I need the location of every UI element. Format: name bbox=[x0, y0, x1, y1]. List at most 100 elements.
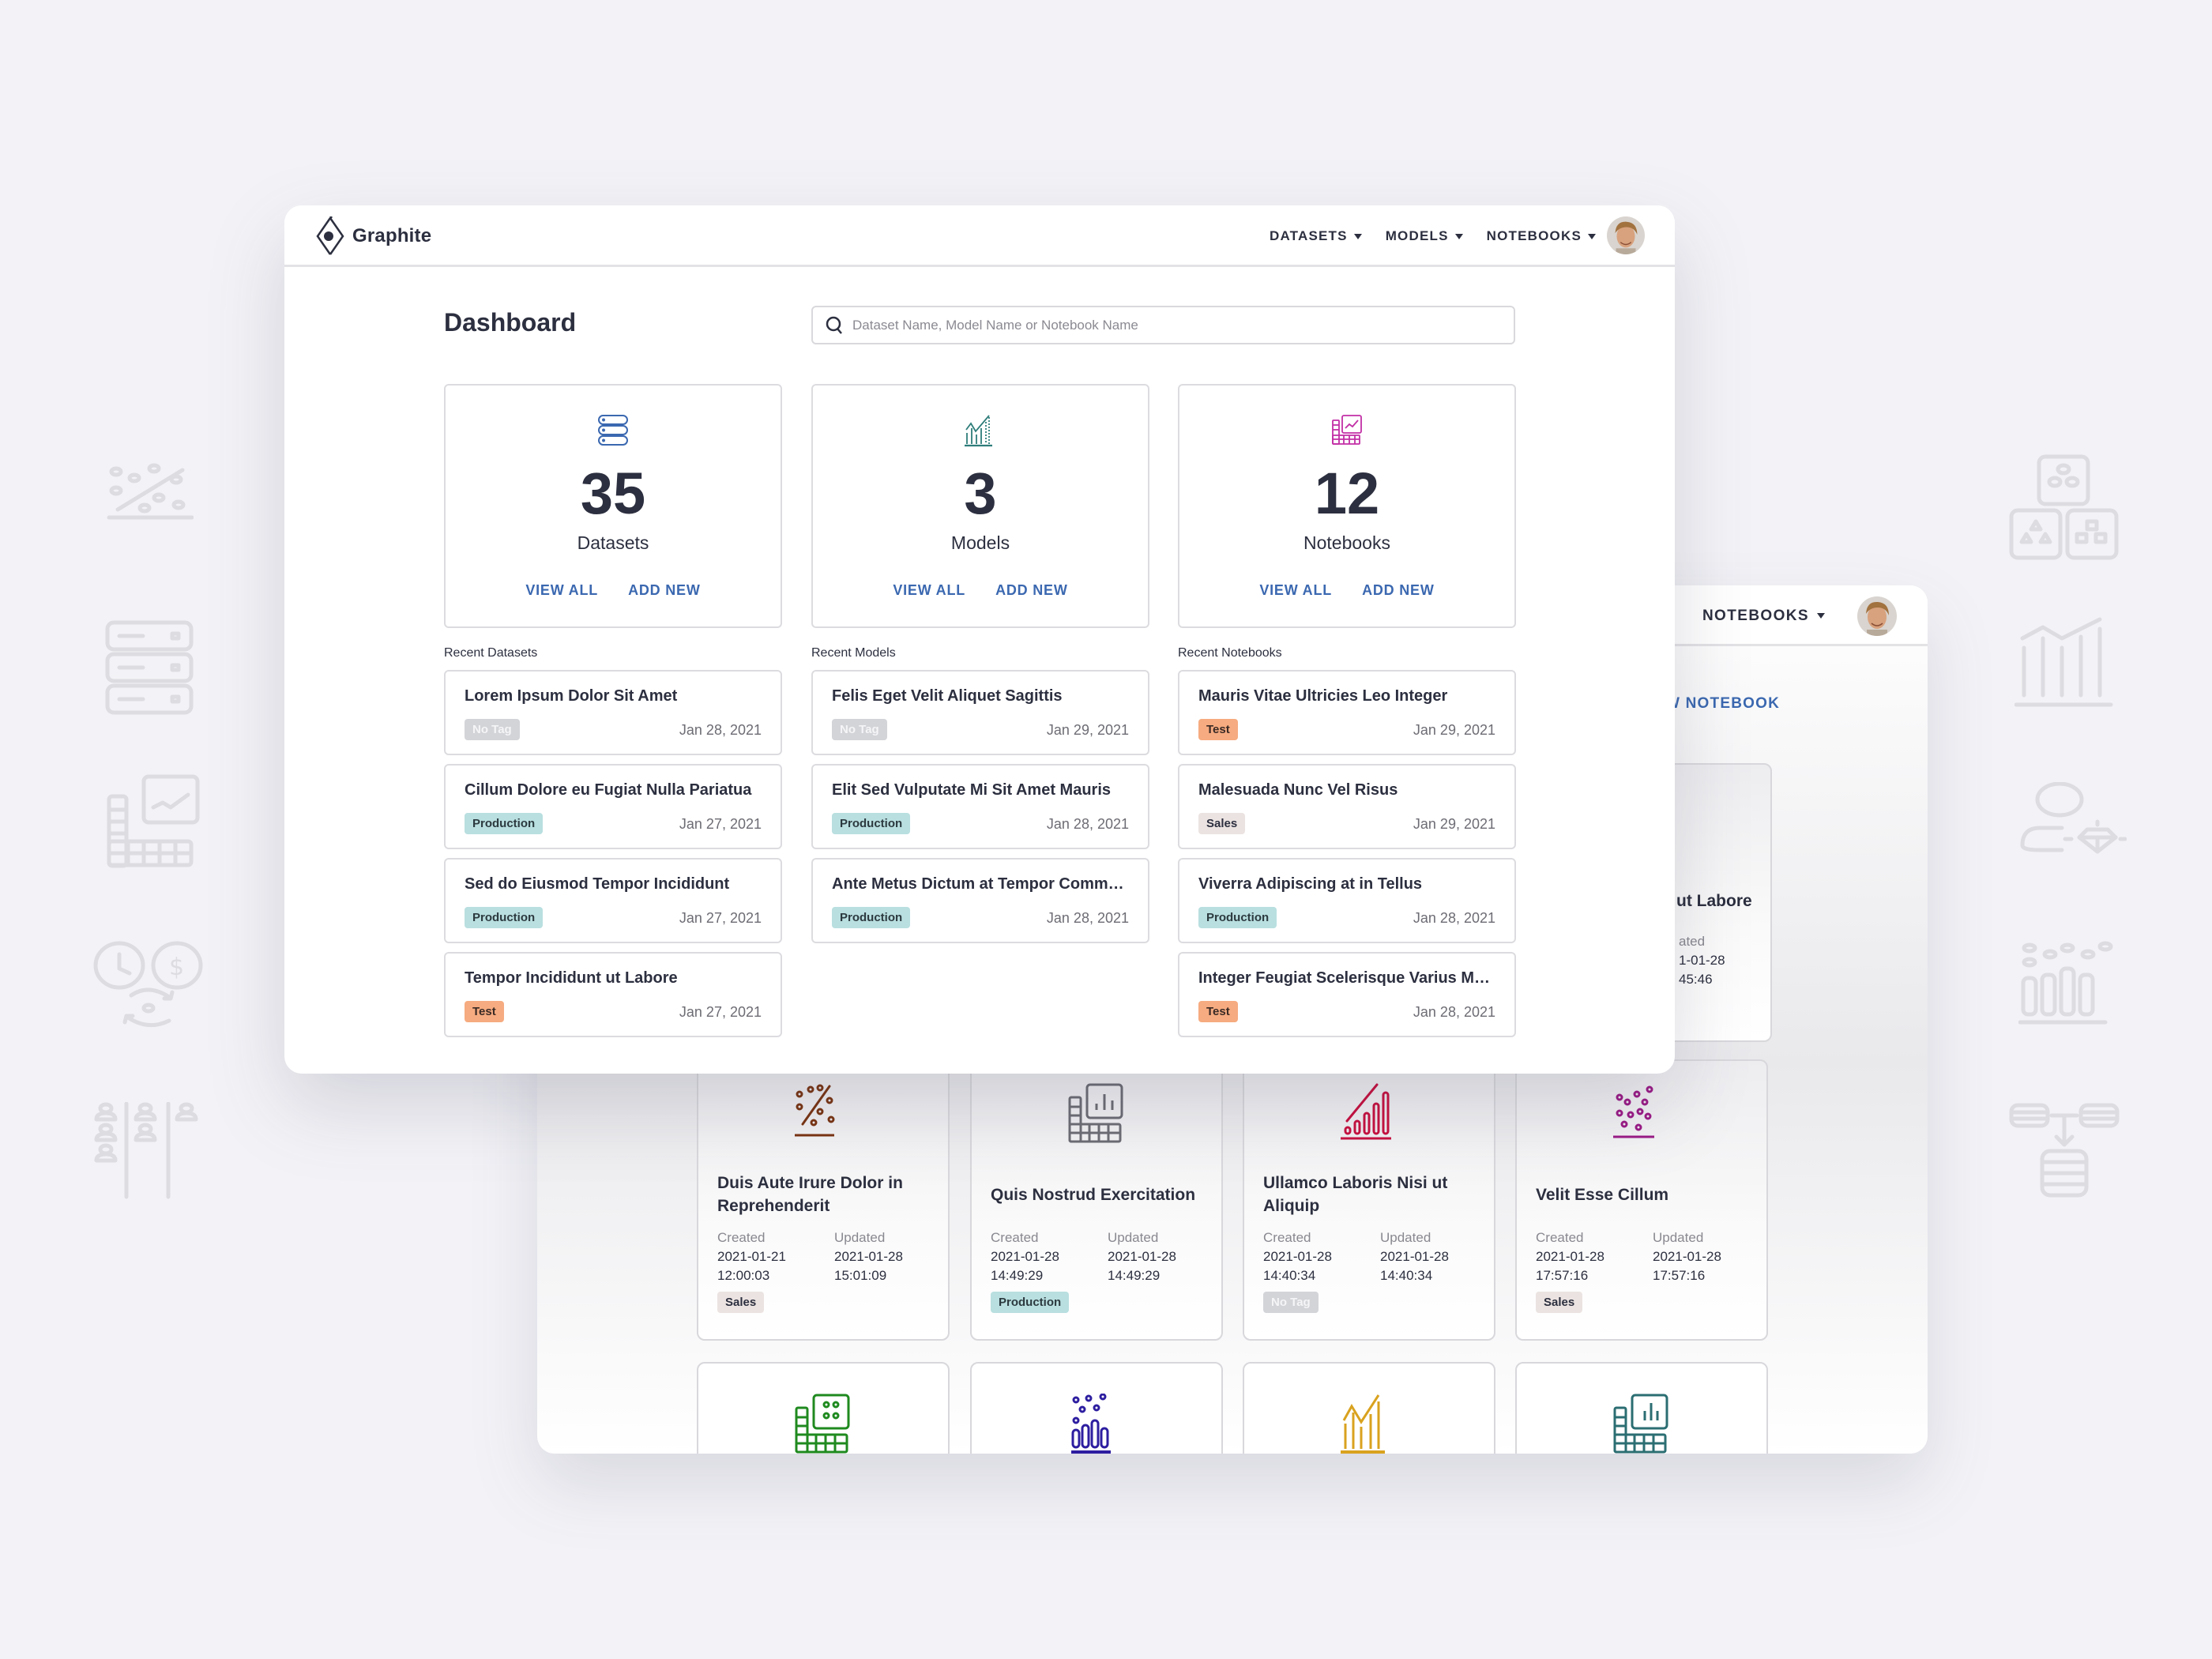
recent-model-item[interactable]: Elit Sed Vulputate Mi Sit Amet Mauris Pro… bbox=[811, 764, 1149, 849]
scatter-regression-icon bbox=[107, 462, 194, 549]
item-title: Lorem Ipsum Dolor Sit Amet bbox=[465, 687, 678, 705]
search-icon bbox=[826, 316, 842, 334]
recent-notebook-item[interactable]: Integer Feugiat Scelerisque Varius Morbi… bbox=[1178, 952, 1516, 1037]
scatter-dots-icon bbox=[1517, 1083, 1766, 1146]
notebook-card[interactable]: Velit Esse Cillum Created 2021-01-28 17:57… bbox=[1515, 1059, 1768, 1341]
stat-label: Datasets bbox=[577, 532, 649, 553]
tag-badge: Production bbox=[832, 813, 911, 834]
item-title: Tempor Incididunt ut Labore bbox=[465, 969, 678, 987]
stat-count: 3 bbox=[964, 461, 997, 526]
stat-count: 12 bbox=[1314, 461, 1380, 526]
nav-datasets[interactable]: DATASETS bbox=[1270, 228, 1362, 244]
item-title: Malesuada Nunc Vel Risus bbox=[1198, 781, 1398, 799]
created-date: 2021-01-28 bbox=[1263, 1249, 1332, 1264]
view-all-notebooks-link[interactable]: VIEW ALL bbox=[1259, 582, 1332, 599]
stat-label: Notebooks bbox=[1304, 532, 1390, 553]
user-avatar[interactable] bbox=[1857, 596, 1897, 636]
item-title: Cillum Dolore eu Fugiat Nulla Pariatua bbox=[465, 781, 752, 799]
item-date: Jan 28, 2021 bbox=[1046, 816, 1129, 832]
diamond-dot-logo-icon bbox=[316, 216, 344, 255]
tag-badge: Production bbox=[1198, 907, 1277, 928]
item-title: Ante Metus Dictum at Tempor Commo… bbox=[832, 875, 1132, 893]
nav-models[interactable]: MODELS bbox=[1386, 228, 1463, 244]
notebook-card[interactable] bbox=[1515, 1362, 1768, 1454]
created-date: 2021-01-28 bbox=[991, 1249, 1059, 1264]
nav-label: NOTEBOOKS bbox=[1486, 228, 1582, 243]
recent-model-item[interactable]: Felis Eget Velit Aliquet Sagittis No Tag J… bbox=[811, 670, 1149, 755]
dashboard-window: Graphite DATASETS MODELS NOTEBOOKS Dashb… bbox=[284, 205, 1675, 1074]
new-notebook-link[interactable]: W NOTEBOOK bbox=[1665, 695, 1780, 713]
server-stack-icon bbox=[105, 620, 194, 715]
people-columns-icon bbox=[93, 1102, 204, 1205]
updated-date: 2021-01-28 bbox=[1108, 1249, 1176, 1264]
tag-badge: No Tag bbox=[832, 719, 887, 740]
created-time: 14:49:29 bbox=[991, 1268, 1044, 1283]
user-avatar[interactable] bbox=[1607, 216, 1645, 254]
stat-card-notebooks: 12 Notebooks VIEW ALL ADD NEW bbox=[1178, 384, 1516, 628]
updated-label: Updated bbox=[834, 1230, 886, 1245]
search-box[interactable] bbox=[811, 306, 1515, 344]
notebook-card-title: ut Labore bbox=[1676, 892, 1752, 910]
growth-bars-icon bbox=[1244, 1083, 1494, 1146]
notebook-card[interactable]: Duis Aute Irure Dolor in Reprehenderit C… bbox=[697, 1059, 950, 1341]
bar-line-chart-icon bbox=[813, 414, 1148, 447]
item-title: Sed do Eiusmod Tempor Incididunt bbox=[465, 875, 730, 893]
card-meta: Created 2021-01-28 17:57:16 Updated 2021-01… bbox=[1536, 1228, 1740, 1285]
item-title: Viverra Adipiscing at in Tellus bbox=[1198, 875, 1423, 893]
recent-dataset-item[interactable]: Sed do Eiusmod Tempor Incididunt Producti… bbox=[444, 858, 782, 943]
updated-label: Updated bbox=[1380, 1230, 1431, 1245]
recent-dataset-item[interactable]: Lorem Ipsum Dolor Sit Amet No Tag Jan 28, … bbox=[444, 670, 782, 755]
nav-notebooks[interactable]: NOTEBOOKS bbox=[1487, 228, 1596, 244]
scatter-regression-icon bbox=[698, 1083, 948, 1146]
updated-label: Updated bbox=[1108, 1230, 1159, 1245]
tag-badge: Production bbox=[991, 1292, 1070, 1313]
recent-notebooks-label: Recent Notebooks bbox=[1178, 646, 1282, 660]
nav-label: NOTEBOOKS bbox=[1702, 607, 1809, 624]
updated-time: 15:01:09 bbox=[834, 1268, 887, 1283]
recent-dataset-item[interactable]: Tempor Incididunt ut Labore Test Jan 27, 2… bbox=[444, 952, 782, 1037]
add-new-notebook-link[interactable]: ADD NEW bbox=[1362, 582, 1435, 599]
recent-dataset-item[interactable]: Cillum Dolore eu Fugiat Nulla Pariatua Pr… bbox=[444, 764, 782, 849]
search-input[interactable] bbox=[852, 317, 1500, 333]
recent-model-item[interactable]: Ante Metus Dictum at Tempor Commo… Produc… bbox=[811, 858, 1149, 943]
created-label: Created bbox=[717, 1230, 766, 1245]
item-date: Jan 28, 2021 bbox=[1046, 910, 1129, 926]
item-date: Jan 28, 2021 bbox=[1413, 1004, 1495, 1020]
card-meta: Created 2021-01-21 12:00:03 Updated 2021-01… bbox=[717, 1228, 921, 1285]
updated-label: ated bbox=[1679, 934, 1706, 949]
dots-bars-icon bbox=[2018, 940, 2113, 1035]
item-title: Elit Sed Vulputate Mi Sit Amet Mauris bbox=[832, 781, 1112, 799]
view-all-models-link[interactable]: VIEW ALL bbox=[893, 582, 965, 599]
tag-badge: Sales bbox=[717, 1292, 765, 1313]
database-merge-icon bbox=[2009, 1102, 2120, 1205]
card-meta: Created 2021-01-28 14:49:29 Updated 2021-01… bbox=[991, 1228, 1194, 1285]
notebook-card-title: Quis Nostrud Exercitation bbox=[991, 1186, 1196, 1204]
recent-notebook-item[interactable]: Malesuada Nunc Vel Risus Sales Jan 29, 202… bbox=[1178, 764, 1516, 849]
notebook-card-title: Ullamco Laboris Nisi ut Aliquip bbox=[1263, 1174, 1448, 1215]
updated-time: 45:46 bbox=[1679, 972, 1713, 987]
tag-badge: Production bbox=[465, 907, 544, 928]
caret-down-icon bbox=[1817, 613, 1825, 619]
stat-card-models: 3 Models VIEW ALL ADD NEW bbox=[811, 384, 1149, 628]
recent-notebook-item[interactable]: Mauris Vitae Ultricies Leo Integer Test Ja… bbox=[1178, 670, 1516, 755]
app-logo[interactable]: Graphite bbox=[314, 216, 431, 256]
time-money-exchange-icon: $ bbox=[93, 940, 204, 1035]
add-new-dataset-link[interactable]: ADD NEW bbox=[628, 582, 701, 599]
notebook-card[interactable] bbox=[697, 1362, 950, 1454]
recent-notebook-item[interactable]: Viverra Adipiscing at in Tellus Productio… bbox=[1178, 858, 1516, 943]
notebook-card[interactable]: Ullamco Laboris Nisi ut Aliquip Created 2… bbox=[1243, 1059, 1495, 1341]
page-title: Dashboard bbox=[444, 308, 577, 337]
back-nav-notebooks[interactable]: NOTEBOOKS bbox=[1702, 608, 1825, 625]
recent-datasets-label: Recent Datasets bbox=[444, 646, 538, 660]
tag-badge: Test bbox=[1198, 1001, 1238, 1022]
tag-badge: Test bbox=[465, 1001, 504, 1022]
notebook-card[interactable] bbox=[1243, 1362, 1495, 1454]
notebook-card[interactable] bbox=[970, 1362, 1223, 1454]
item-title: Felis Eget Velit Aliquet Sagittis bbox=[832, 687, 1063, 705]
add-new-model-link[interactable]: ADD NEW bbox=[995, 582, 1068, 599]
stat-count: 35 bbox=[580, 461, 646, 526]
notebook-card[interactable]: Quis Nostrud Exercitation Created 2021-01… bbox=[970, 1059, 1223, 1341]
view-all-datasets-link[interactable]: VIEW ALL bbox=[525, 582, 598, 599]
created-time: 14:40:34 bbox=[1263, 1268, 1316, 1283]
notebook-card-title: Duis Aute Irure Dolor in Reprehenderit bbox=[717, 1174, 903, 1215]
